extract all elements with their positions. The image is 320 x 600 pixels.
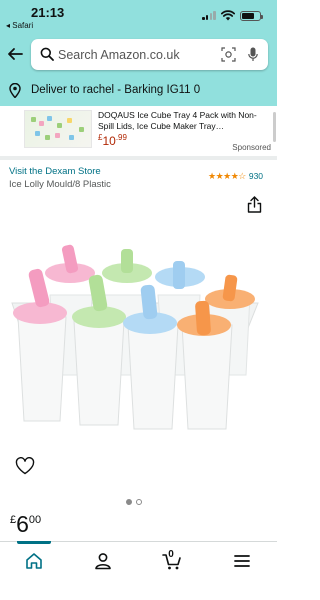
ad-scrollbar — [273, 112, 276, 142]
rating-count[interactable]: 930 — [249, 171, 263, 181]
star-rating-icon: ★★★★☆ — [208, 171, 246, 181]
home-icon[interactable] — [24, 551, 44, 571]
status-bar: 21:13 ◂ Safari — [0, 0, 277, 34]
wishlist-heart-icon[interactable] — [15, 457, 35, 475]
location-pin-icon — [9, 83, 21, 98]
battery-icon — [240, 11, 263, 21]
price-whole: 6 — [16, 511, 29, 537]
cellular-signal-icon — [202, 11, 216, 20]
rating[interactable]: ★★★★☆ 930 — [208, 166, 263, 181]
search-input[interactable]: Search Amazon.co.uk — [58, 48, 180, 62]
back-to-safari-link[interactable]: ◂ Safari — [6, 21, 33, 30]
carousel-dot-2[interactable] — [136, 499, 142, 505]
visit-store-link[interactable]: Visit the Dexam Store — [9, 166, 101, 177]
bottom-nav: 0 — [0, 541, 277, 600]
camera-search-icon[interactable] — [221, 47, 236, 62]
ad-title[interactable]: DOQAUS Ice Cube Tray 4 Pack with Non-Spi… — [98, 110, 268, 131]
image-carousel-dots[interactable] — [126, 492, 146, 510]
account-icon[interactable] — [93, 551, 113, 571]
ad-price: £10.99 — [98, 133, 127, 148]
ad-product-image[interactable] — [24, 110, 92, 148]
header: 21:13 ◂ Safari Search Amazon.co.uk Deliv… — [0, 0, 277, 106]
search-bar[interactable]: Search Amazon.co.uk — [31, 39, 268, 70]
section-divider — [0, 156, 277, 160]
carousel-dot-1[interactable] — [126, 499, 132, 505]
price-fraction: 00 — [28, 514, 42, 526]
back-arrow-icon[interactable] — [7, 46, 23, 62]
menu-icon[interactable] — [232, 551, 252, 571]
sponsored-label[interactable]: Sponsored — [232, 143, 271, 152]
deliver-to-bar[interactable]: Deliver to rachel - Barking IG11 0 — [0, 77, 277, 105]
active-tab-indicator — [17, 541, 51, 544]
status-time: 21:13 — [31, 5, 65, 20]
share-icon[interactable] — [247, 196, 262, 213]
price-currency: £ — [10, 514, 17, 526]
microphone-icon[interactable] — [248, 47, 258, 62]
deliver-to-text: Deliver to rachel - Barking IG11 0 — [31, 84, 201, 96]
cart-icon[interactable] — [162, 551, 182, 571]
product-title: Ice Lolly Mould/8 Plastic — [9, 179, 111, 190]
wifi-icon — [221, 10, 235, 21]
search-icon — [40, 47, 54, 61]
product-image[interactable] — [0, 225, 277, 435]
product-price: £600 — [10, 511, 41, 538]
